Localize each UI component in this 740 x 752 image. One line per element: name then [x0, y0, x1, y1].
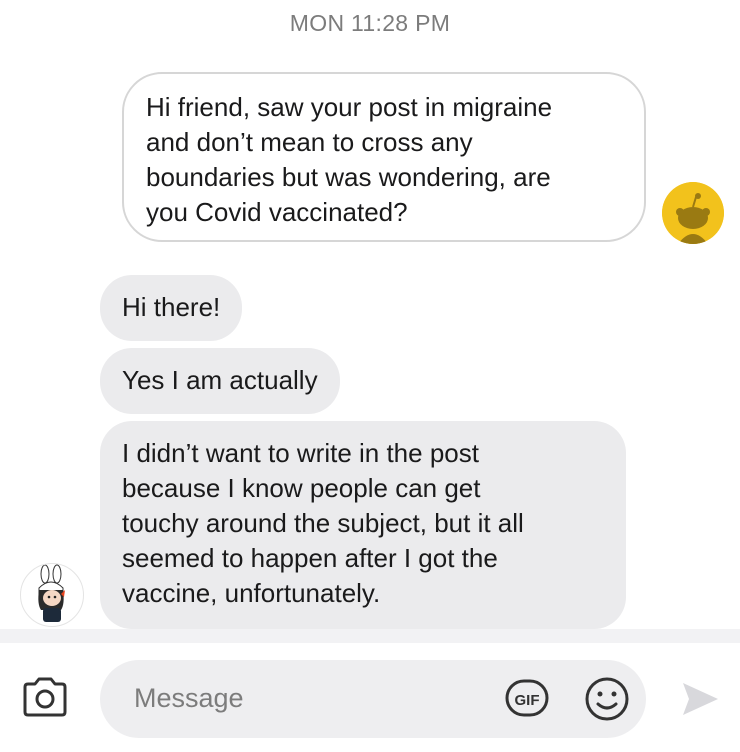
emoji-icon	[585, 677, 629, 721]
svg-text:GIF: GIF	[515, 692, 540, 709]
camera-button[interactable]	[21, 675, 69, 719]
gif-icon: GIF	[505, 679, 549, 717]
message-incoming[interactable]: Hi there!	[100, 275, 243, 341]
sender-avatar[interactable]	[662, 182, 724, 244]
send-icon	[683, 683, 718, 715]
message-placeholder: Message	[134, 683, 244, 713]
bunny-avatar-icon	[38, 564, 65, 622]
message-line: vaccine, unfortunately.	[122, 578, 381, 608]
message-line: and don’t mean to cross any	[146, 127, 473, 157]
message-incoming[interactable]: Yes I am actually	[100, 348, 340, 414]
message-line: I didn’t want to write in the post	[122, 438, 479, 468]
snoo-avatar-icon	[662, 182, 724, 244]
message-line: touchy around the subject, but it all	[122, 508, 524, 538]
message-incoming[interactable]: I didn’t want to write in the post becau…	[100, 421, 626, 629]
chat-timestamp: MON 11:28 PM	[289, 10, 451, 36]
message-input[interactable]: Message GIF	[100, 660, 646, 738]
message-outgoing[interactable]: Hi friend, saw your post in migraine and…	[122, 72, 646, 242]
message-line: boundaries but was wondering, are	[146, 162, 551, 192]
message-line: Yes I am actually	[122, 365, 318, 395]
message-line: Hi there!	[122, 292, 221, 322]
send-button[interactable]	[680, 680, 720, 718]
message-line: seemed to happen after I got the	[122, 543, 498, 573]
gif-button[interactable]: GIF	[504, 677, 550, 719]
camera-icon	[23, 677, 67, 717]
recipient-avatar[interactable]	[20, 563, 84, 627]
emoji-button[interactable]	[584, 676, 630, 722]
message-line: because I know people can get	[122, 473, 481, 503]
message-line: Hi friend, saw your post in migraine	[146, 92, 553, 122]
composer-divider	[0, 629, 740, 643]
message-line: you Covid vaccinated?	[146, 197, 408, 227]
